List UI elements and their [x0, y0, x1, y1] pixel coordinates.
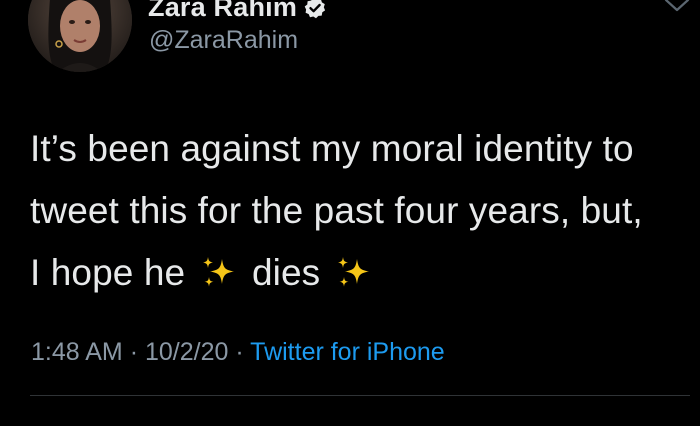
- tweet-source-link[interactable]: Twitter for iPhone: [250, 338, 445, 366]
- verified-badge-icon: [303, 0, 327, 20]
- display-name[interactable]: Zara Rahim: [148, 0, 297, 23]
- avatar[interactable]: [28, 0, 132, 72]
- tweet-line-part: I hope he: [30, 252, 186, 293]
- user-handle[interactable]: @ZaraRahim: [149, 26, 298, 55]
- meta-separator: ·: [235, 338, 244, 366]
- author-name-row[interactable]: Zara Rahim: [148, 0, 327, 24]
- tweet-line: tweet this for the past four years, but,: [30, 190, 643, 231]
- tweet-date[interactable]: 10/2/20: [145, 338, 228, 366]
- sparkles-icon: [335, 248, 373, 287]
- chevron-down-icon[interactable]: [662, 0, 692, 16]
- tweet-metadata: 1:48 AM · 10/2/20 · Twitter for iPhone: [31, 338, 445, 367]
- tweet-line-part: dies: [252, 252, 321, 293]
- tweet-time[interactable]: 1:48 AM: [31, 338, 123, 366]
- tweet-text: It’s been against my moral identity to t…: [30, 118, 690, 304]
- meta-separator: ·: [129, 338, 139, 366]
- tweet-line: I hope he dies: [30, 242, 690, 304]
- divider: [30, 395, 690, 396]
- tweet-line: It’s been against my moral identity to: [30, 128, 634, 169]
- sparkles-icon: [200, 248, 238, 287]
